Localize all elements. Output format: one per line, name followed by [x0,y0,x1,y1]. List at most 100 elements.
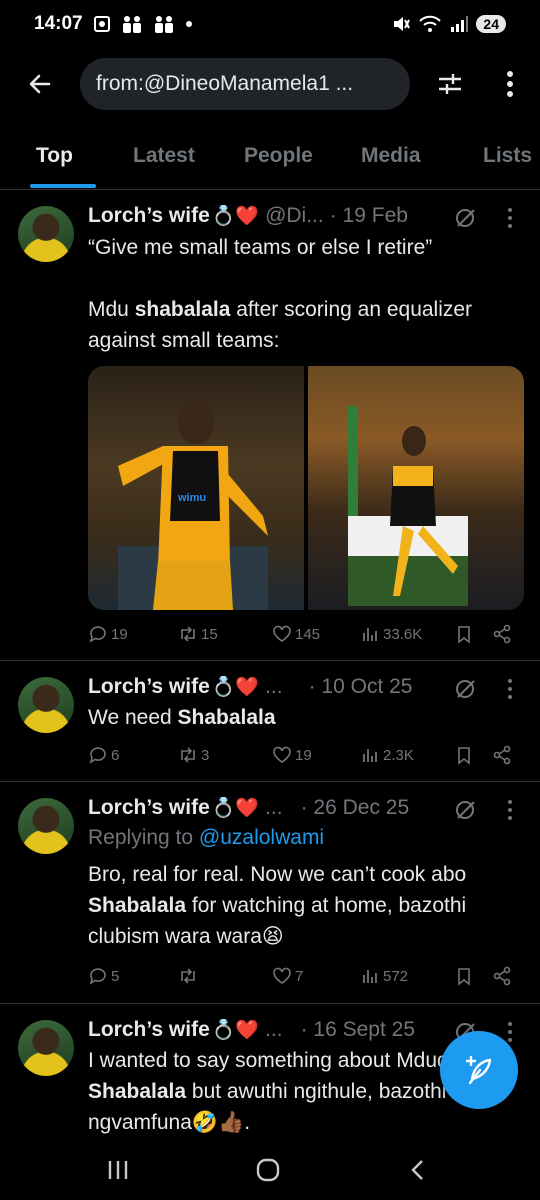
like-button[interactable]: 19 [272,745,312,765]
chevron-left-icon [411,1160,423,1180]
back-button[interactable] [0,52,80,116]
author-name[interactable]: Lorch’s wife [88,204,210,228]
tweet-1[interactable]: Lorch’s wife 💍❤️ @Di... · 19 Feb “Give m… [0,190,540,661]
home-button[interactable] [248,1152,288,1188]
tweet-date[interactable]: · 26 Dec 25 [301,796,410,820]
tweet-actions: 19 15 145 33.6K [88,624,518,652]
author-emoji: 💍❤️ [211,677,260,698]
share-button[interactable] [492,624,512,644]
recents-icon [108,1161,128,1179]
author-handle[interactable]: @Di... [265,204,324,228]
views-button[interactable]: 2.3K [360,745,414,765]
author-name[interactable]: Lorch’s wife [88,1018,210,1042]
tab-media[interactable]: Media [361,144,421,168]
battery-indicator: 24 [476,15,506,33]
tweet-date[interactable]: · 19 Feb [330,204,408,228]
tweet-media[interactable]: wimu [88,366,524,610]
share-button[interactable] [492,966,512,986]
tweet-date[interactable]: · 16 Sept 25 [301,1018,415,1042]
tweet-more-icon[interactable] [500,206,520,230]
compose-post-button[interactable] [440,1031,518,1109]
search-highlight: Shabalala [88,894,187,917]
grok-icon[interactable] [454,206,478,230]
avatar[interactable] [18,1020,74,1076]
bookmark-button[interactable] [454,624,474,644]
tab-latest[interactable]: Latest [133,144,195,168]
wifi-icon [419,15,442,32]
system-back-button[interactable] [398,1152,438,1188]
share-button[interactable] [492,745,512,765]
notification-dot-icon [185,21,192,27]
author-emoji: 💍❤️ [211,206,260,227]
tweet-text: We need Shabalala [88,702,518,733]
bookmark-button[interactable] [454,966,474,986]
people-icon [122,16,141,33]
retweet-button[interactable] [178,966,201,986]
tweet-header: Lorch’s wife 💍❤️ ... · 26 Dec 25 [88,796,409,820]
system-navigation-bar [0,1140,540,1200]
like-count: 19 [295,746,312,764]
author-handle[interactable]: ... [265,675,283,699]
tweet-date[interactable]: · 10 Oct 25 [309,675,413,699]
reply-button[interactable]: 5 [88,966,119,986]
grok-icon[interactable] [454,798,478,822]
avatar[interactable] [18,677,74,733]
share-icon [493,966,511,986]
search-filter-button[interactable] [432,66,468,102]
home-icon [256,1158,280,1182]
header-more-button[interactable] [492,66,528,102]
reply-button[interactable]: 6 [88,745,119,765]
tab-top[interactable]: Top [36,144,73,168]
views-chart-icon [363,628,377,641]
people-icon-2 [154,16,173,33]
active-tab-indicator [30,184,96,188]
share-icon [493,745,511,765]
reply-icon [89,626,106,643]
avatar[interactable] [18,798,74,854]
sliders-icon [439,74,461,94]
author-name[interactable]: Lorch’s wife [88,796,210,820]
search-tabs: Top Latest People Media Lists [0,132,540,190]
tweet-3[interactable]: Lorch’s wife 💍❤️ ... · 26 Dec 25 Replyin… [0,782,540,1004]
author-handle[interactable]: ... [265,1018,283,1042]
recent-apps-button[interactable] [98,1152,138,1188]
retweet-button[interactable]: 3 [178,745,209,765]
tweet-more-icon[interactable] [500,677,520,701]
view-count: 2.3K [383,746,414,764]
bookmark-button[interactable] [454,745,474,765]
media-image-2[interactable] [308,366,524,610]
reply-button[interactable]: 19 [88,624,128,644]
tweet-text-before: Bro, real for real. Now we can’t cook ab… [88,863,467,886]
media-image-1[interactable]: wimu [88,366,304,610]
views-button[interactable]: 33.6K [360,624,422,644]
search-query-text: from:@DineoManamela1 ... [96,72,354,95]
share-icon [493,624,511,644]
views-button[interactable]: 572 [360,966,408,986]
grok-icon[interactable] [454,677,478,701]
tweet-more-icon[interactable] [500,798,520,822]
tweet-2[interactable]: Lorch’s wife 💍❤️ ... · 10 Oct 25 We need… [0,661,540,782]
author-handle[interactable]: ... [265,796,283,820]
retweet-button[interactable]: 15 [178,624,218,644]
tab-lists[interactable]: Lists [483,144,532,168]
views-chart-icon [363,749,377,762]
bookmark-icon [458,747,470,765]
tab-people[interactable]: People [244,144,313,168]
search-input[interactable]: from:@DineoManamela1 ... [80,58,410,110]
compose-feather-icon [465,1055,492,1085]
like-button[interactable]: 7 [272,966,303,986]
retweet-count: 15 [201,625,218,643]
tweet-text-p2-before: Mdu [88,298,135,321]
author-name[interactable]: Lorch’s wife [88,675,210,699]
bookmark-icon [458,968,470,986]
search-highlight: Shabalala [88,1080,187,1103]
status-bar: 14:07 24 [0,0,540,48]
tweet-header: Lorch’s wife 💍❤️ @Di... · 19 Feb [88,204,408,228]
reply-prefix: Replying to [88,826,199,849]
mute-icon [394,17,411,31]
avatar[interactable] [18,206,74,262]
reply-mention-link[interactable]: @uzalolwami [199,826,324,849]
like-button[interactable]: 145 [272,624,320,644]
like-count: 145 [295,625,321,643]
heart-icon [273,625,291,642]
